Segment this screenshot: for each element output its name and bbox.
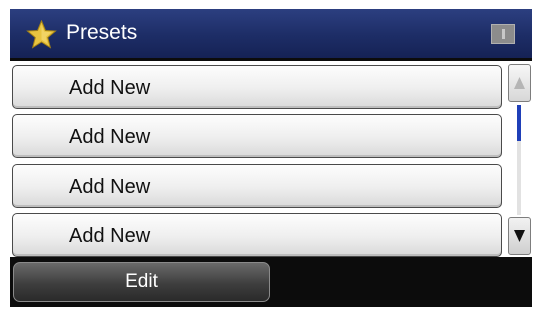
preset-add-new-button-4[interactable]: Add New [12, 213, 502, 257]
star-icon [26, 20, 57, 49]
edit-button[interactable]: Edit [13, 262, 270, 302]
presets-screen: Presets Add New Add New Add New Add New [10, 9, 532, 307]
wifi-status-icon [491, 24, 515, 44]
preset-label: Add New [69, 77, 151, 99]
preset-label: Add New [69, 225, 151, 247]
triangle-up-icon [514, 77, 525, 89]
scrollbar[interactable] [507, 61, 532, 257]
triangle-down-icon [514, 230, 525, 242]
preset-add-new-button-2[interactable]: Add New [12, 114, 502, 158]
scroll-up-button[interactable] [508, 64, 531, 102]
preset-add-new-button-3[interactable]: Add New [12, 164, 502, 208]
scroll-thumb[interactable] [517, 105, 521, 141]
preset-label: Add New [69, 126, 151, 148]
presets-list: Add New Add New Add New Add New [10, 61, 532, 257]
preset-label: Add New [69, 176, 151, 198]
header-bar: Presets [10, 9, 532, 58]
page-title: Presets [66, 21, 138, 44]
preset-add-new-button-1[interactable]: Add New [12, 65, 502, 109]
footer-bar: Edit [10, 257, 532, 307]
scroll-down-button[interactable] [508, 217, 531, 255]
